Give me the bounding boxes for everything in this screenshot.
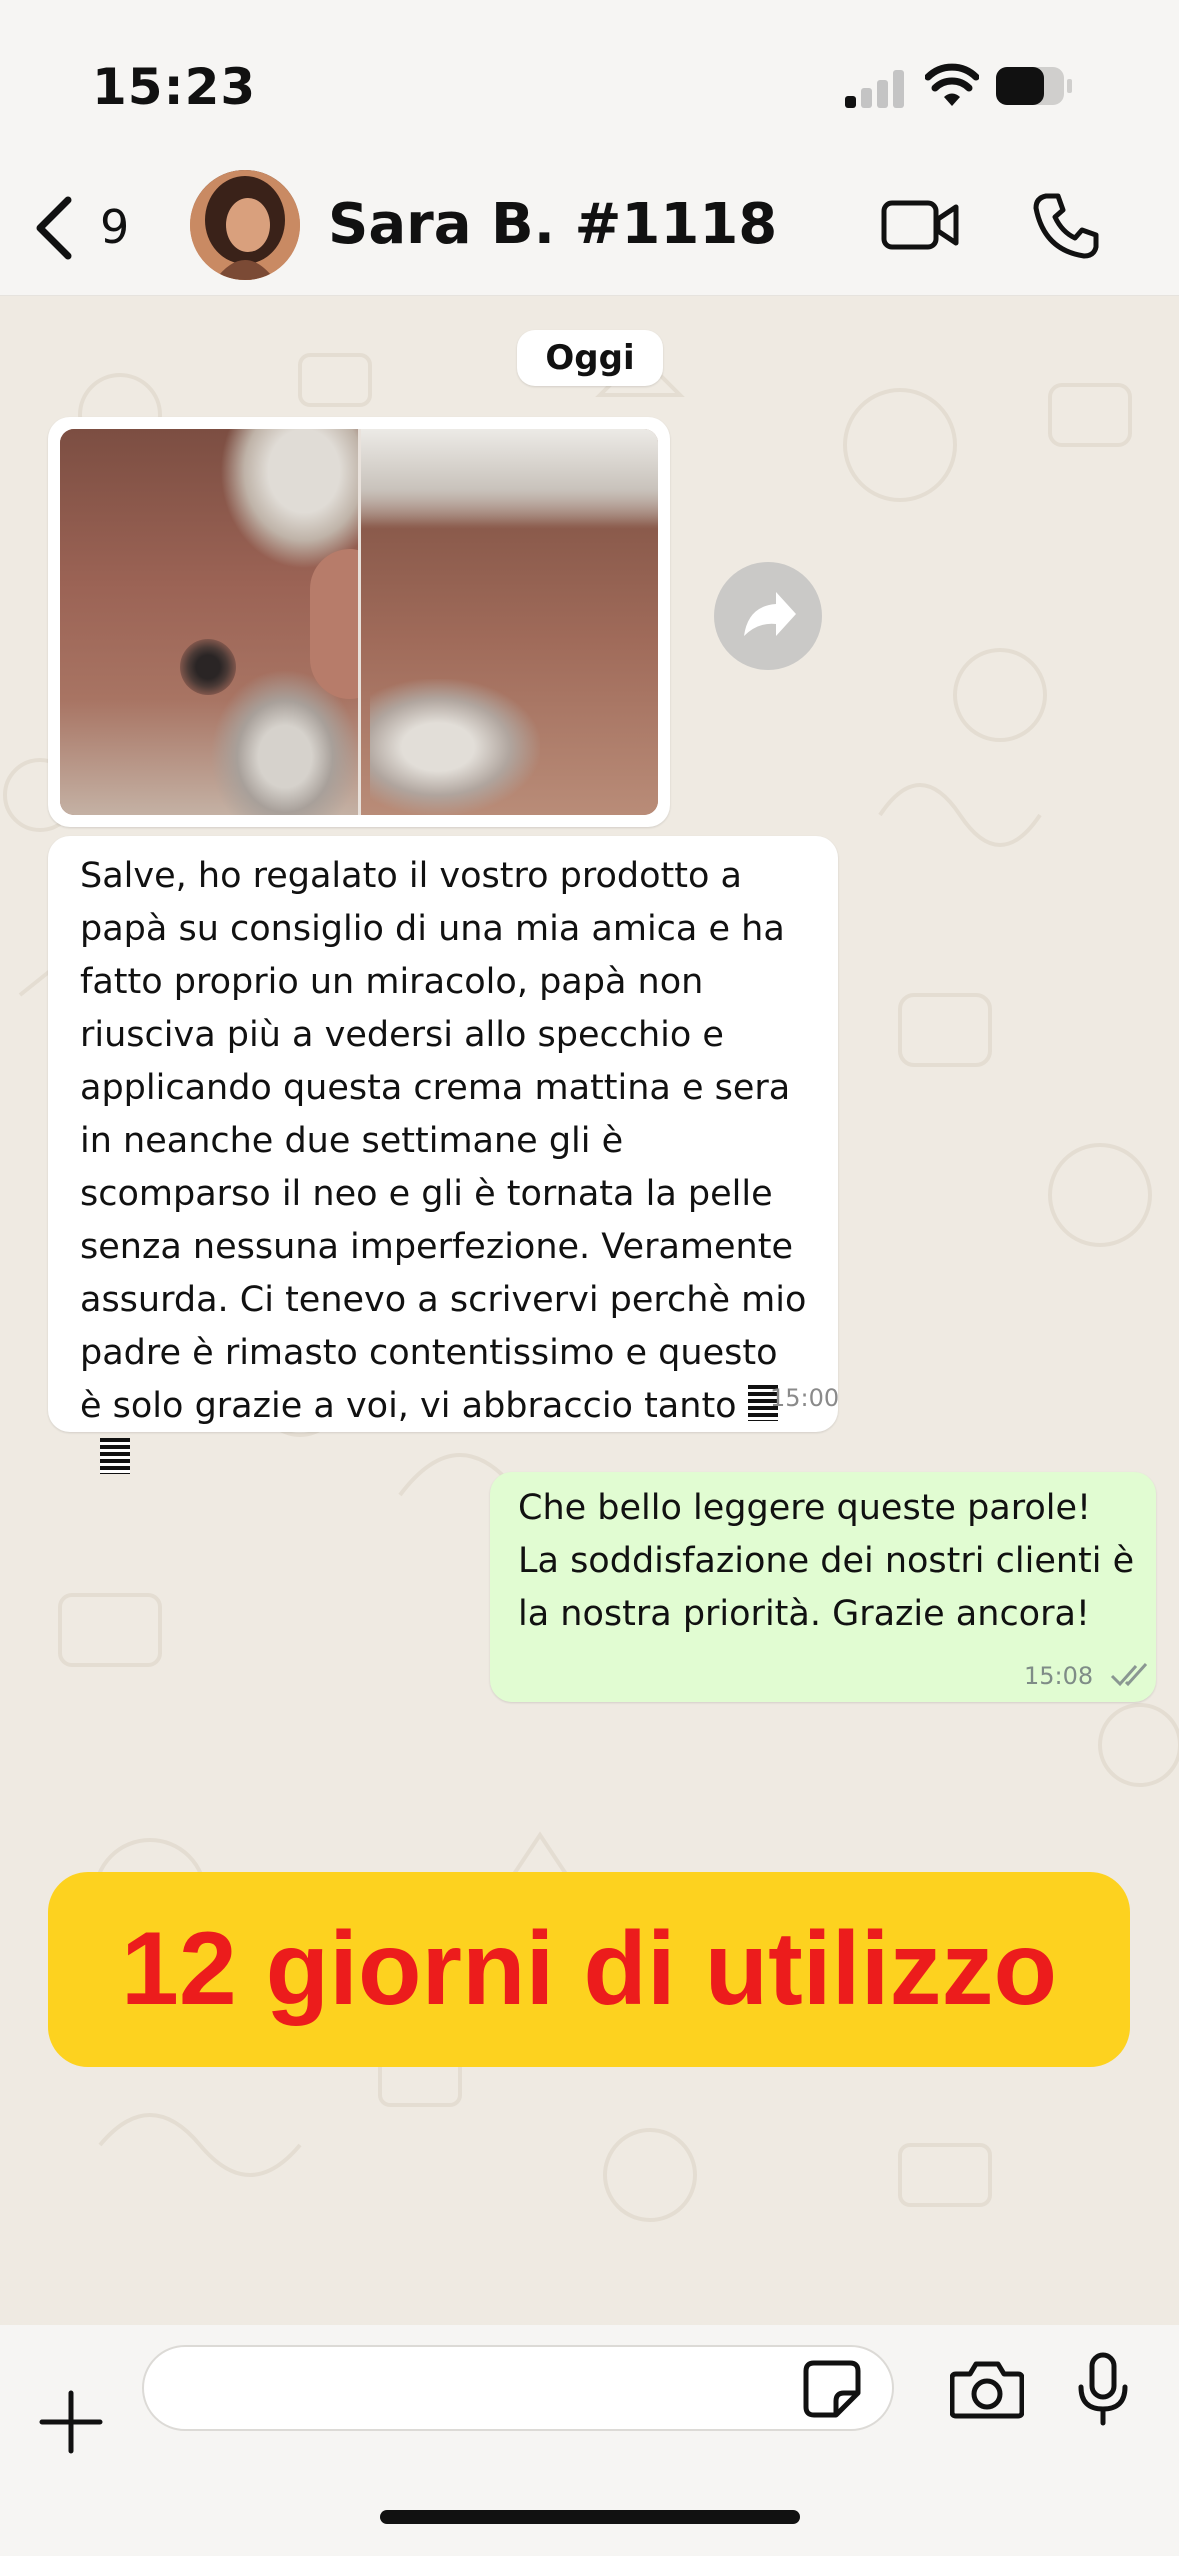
microphone-button[interactable] [1075, 2351, 1131, 2427]
photo-divider [358, 429, 361, 815]
photo-hair [220, 429, 360, 569]
photo-beard-after [370, 679, 540, 815]
sticker-button[interactable] [802, 2359, 862, 2419]
message-composer [0, 2325, 1179, 2556]
chat-header: 9 Sara B. #1118 [0, 160, 1179, 296]
forward-arrow-icon [744, 592, 796, 636]
status-time: 15:23 [92, 58, 257, 116]
home-indicator [380, 2510, 800, 2524]
image-message[interactable] [48, 417, 670, 827]
camera-button[interactable] [950, 2358, 1024, 2420]
cellular-signal-icon [845, 70, 905, 108]
read-receipt-icon [1110, 1662, 1148, 1687]
message-input[interactable] [142, 2345, 894, 2431]
chevron-left-icon [36, 196, 72, 260]
video-call-button[interactable] [880, 195, 960, 255]
outgoing-message-bubble[interactable]: Che bello leggere queste parole! La sodd… [490, 1472, 1156, 1702]
back-button[interactable]: 9 [20, 188, 140, 268]
date-separator: Oggi [517, 330, 663, 386]
photo-mole [180, 639, 236, 695]
forward-button[interactable] [714, 562, 822, 670]
promo-banner: 12 giorni di utilizzo [48, 1872, 1130, 2067]
incoming-message-time: 15:00 [770, 1384, 840, 1412]
outgoing-message-text: Che bello leggere queste parole! La sodd… [518, 1488, 1135, 1634]
contact-name[interactable]: Sara B. #1118 [328, 192, 777, 257]
status-bar: 15:23 [0, 0, 1179, 160]
chat-screen: 15:23 9 Sara B. #1118 Oggi Salve, ho reg… [0, 0, 1179, 2556]
unread-count: 9 [100, 200, 130, 254]
emoji-icon [100, 1438, 130, 1474]
incoming-message-text: Salve, ho regalato il vostro prodotto a … [80, 850, 810, 1486]
wifi-icon [925, 63, 979, 106]
plus-button[interactable] [36, 2387, 106, 2457]
incoming-message-bubble[interactable]: Salve, ho regalato il vostro prodotto a … [48, 836, 840, 1474]
photo-hair-after [360, 429, 658, 529]
avatar-photo [190, 170, 300, 280]
battery-icon [996, 67, 1072, 105]
before-after-photo[interactable] [60, 429, 658, 815]
incoming-message-body: Salve, ho regalato il vostro prodotto a … [80, 856, 807, 1426]
outgoing-message-time: 15:08 [1024, 1662, 1094, 1690]
promo-banner-text: 12 giorni di utilizzo [121, 1911, 1057, 2027]
phone-call-button[interactable] [1030, 190, 1100, 260]
avatar[interactable] [190, 170, 300, 280]
